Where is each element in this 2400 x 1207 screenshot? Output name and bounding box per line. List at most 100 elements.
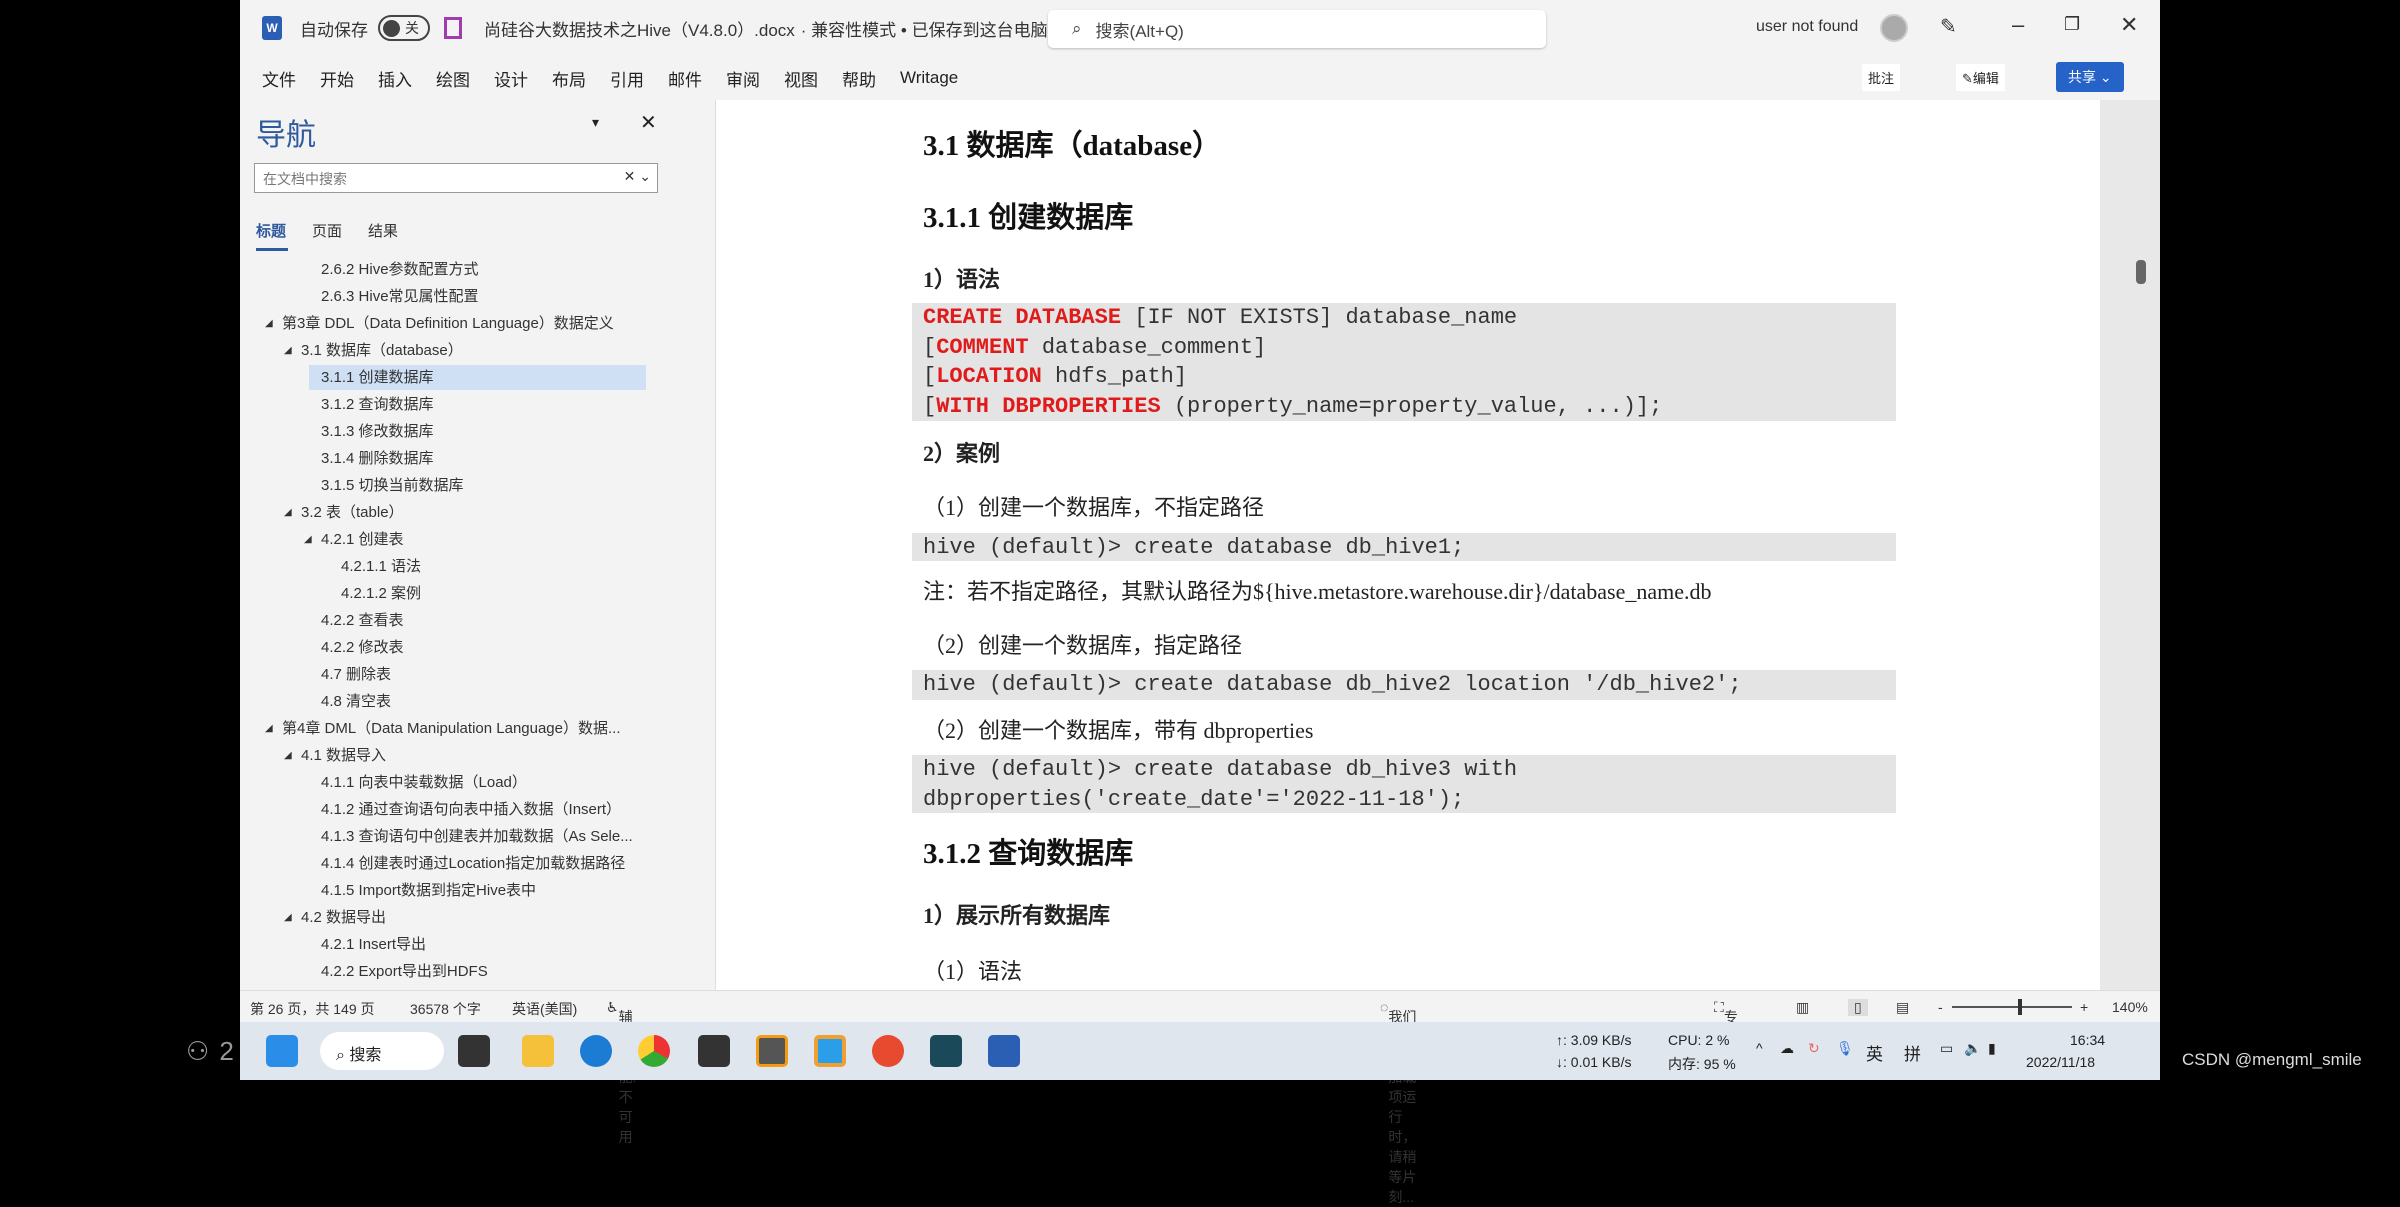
zoom-slider[interactable] [1952,999,2072,1015]
ribbon-tab[interactable]: 开始 [320,66,354,91]
file-explorer-icon[interactable] [522,1035,554,1067]
nav-item[interactable]: ◢ 4.1 数据导入 [284,743,386,768]
expand-triangle-icon[interactable]: ◢ [284,338,292,363]
focus-button[interactable]: ⛶ 专注 [1714,999,1738,1045]
nav-item[interactable]: 2.6.2 Hive参数配置方式 [321,257,479,282]
expand-triangle-icon[interactable]: ◢ [284,743,292,768]
autosave-toggle[interactable]: 关 [378,15,430,41]
ribbon-tab[interactable]: 引用 [610,66,644,91]
taskbar-search[interactable]: ⌕ 搜索 [320,1032,444,1070]
zoom-in-button[interactable]: + [2080,999,2088,1015]
task-view-icon[interactable] [458,1035,490,1067]
zoom-out-button[interactable]: - [1938,999,1943,1015]
datagrip-icon[interactable] [930,1035,962,1067]
share-button[interactable]: 共享 ⌄ [2056,62,2124,92]
nav-item[interactable]: 4.1.3 查询语句中创建表并加载数据（As Sele... [321,824,633,849]
ribbon-tab[interactable]: 绘图 [436,66,470,91]
close-button[interactable]: ✕ [2120,12,2138,38]
nav-item[interactable]: 4.2.2 查看表 [321,608,404,633]
nav-item[interactable]: 4.2.1.2 案例 [341,581,421,606]
nav-item[interactable]: 4.2.2 修改表 [321,635,404,660]
nav-item[interactable]: ◢ 4.2.1 创建表 [304,527,404,552]
expand-triangle-icon[interactable]: ◢ [265,311,273,336]
nav-search-input[interactable]: 在文档中搜索 ✕ ⌄ [254,163,658,193]
sync-icon[interactable]: ↻ [1808,1040,1820,1057]
user-name[interactable]: user not found [1756,18,1858,36]
vertical-scrollbar-thumb[interactable] [2136,260,2146,284]
nav-tab[interactable]: 页面 [312,220,342,241]
nav-item[interactable]: 3.1.5 切换当前数据库 [321,473,464,498]
ribbon-tab[interactable]: 帮助 [842,66,876,91]
app-icon[interactable] [872,1035,904,1067]
read-mode-icon[interactable]: ▥ [1796,999,1809,1016]
language[interactable]: 英语(美国) [512,999,577,1019]
expand-triangle-icon[interactable]: ◢ [265,716,273,741]
virtualbox-icon[interactable] [814,1035,846,1067]
expand-triangle-icon[interactable]: ◢ [284,905,292,930]
ime-mode[interactable]: 拼 [1904,1040,1921,1065]
nav-item[interactable]: 3.1.1 创建数据库 [309,365,646,390]
chrome-icon[interactable] [638,1035,670,1067]
weather-icon[interactable]: ☁ [1780,1040,1794,1057]
doc-status[interactable]: · 兼容性模式 • 已保存到这台电脑 [801,16,1048,41]
ime-language[interactable]: 英 [1866,1040,1883,1065]
ribbon-tab[interactable]: 视图 [784,66,818,91]
ribbon-tab[interactable]: 插入 [378,66,412,91]
nav-item[interactable]: 4.1.4 创建表时通过Location指定加载数据路径 [321,851,625,876]
ribbon-tab[interactable]: Writage [900,68,958,88]
accessibility-status[interactable]: ♿ 辅助功能: 不可用 [606,999,636,1145]
sublime-icon[interactable] [756,1035,788,1067]
pen-icon[interactable]: ✎ [1940,14,1957,39]
restore-button[interactable]: ❐ [2064,14,2080,35]
nav-item[interactable]: 3.1.2 查询数据库 [321,392,434,417]
clock-date[interactable]: 2022/11/18 [2026,1054,2095,1070]
ribbon-tab[interactable]: 设计 [494,66,528,91]
nav-item[interactable]: 3.1.4 删除数据库 [321,446,434,471]
expand-triangle-icon[interactable]: ◢ [284,500,292,525]
nav-item[interactable]: 4.1.5 Import数据到指定Hive表中 [321,878,536,903]
ribbon-tab[interactable]: 审阅 [726,66,760,91]
nav-options-icon[interactable]: ▾ [592,114,599,131]
nav-item[interactable]: 4.1.1 向表中装载数据（Load） [321,770,527,795]
nav-item[interactable]: 2.6.3 Hive常见属性配置 [321,284,479,309]
battery-icon[interactable]: ▮ [1988,1040,1996,1057]
nav-item[interactable]: ◢ 3.1 数据库（database） [284,338,463,363]
nav-item[interactable]: 4.8 清空表 [321,689,391,714]
word-count[interactable]: 36578 个字 [410,999,481,1019]
nav-item[interactable]: 4.2.1 Insert导出 [321,932,426,957]
nav-item[interactable]: ◢ 第4章 DML（Data Manipulation Language）数据..… [265,716,621,741]
ribbon-tab[interactable]: 布局 [552,66,586,91]
zoom-level[interactable]: 140% [2112,999,2148,1015]
nav-close-button[interactable]: ✕ [640,110,657,135]
tray-expand-icon[interactable]: ^ [1756,1040,1763,1056]
save-icon[interactable] [444,17,462,39]
nav-item[interactable]: 3.1.3 修改数据库 [321,419,434,444]
comment-button[interactable]: 批注 [1862,64,1901,91]
network-icon[interactable]: ▭ [1940,1040,1953,1057]
nav-item[interactable]: 4.7 删除表 [321,662,391,687]
search-box[interactable]: ⌕ 搜索(Alt+Q) [1048,10,1546,48]
web-layout-icon[interactable]: ▤ [1896,999,1909,1016]
ribbon-tab[interactable]: 文件 [262,66,296,91]
start-button[interactable] [266,1035,298,1067]
word-taskbar-icon[interactable] [988,1035,1020,1067]
ribbon-tab[interactable]: 邮件 [668,66,702,91]
nav-item[interactable]: ◢ 4.2 数据导出 [284,905,386,930]
nav-item[interactable]: ◢ 第3章 DDL（Data Definition Language）数据定义 [265,311,614,336]
nav-tab[interactable]: 标题 [256,220,286,241]
clock-time[interactable]: 16:34 [2070,1032,2105,1048]
microphone-icon[interactable]: 🎙 [1836,1040,1854,1057]
nav-item[interactable]: ◢ 3.2 表（table） [284,500,404,525]
page-count[interactable]: 第 26 页，共 149 页 [250,999,375,1019]
print-layout-icon[interactable]: ▯ [1848,999,1868,1016]
nav-item[interactable]: 4.2.2 Export导出到HDFS [321,959,488,984]
volume-icon[interactable]: 🔈 [1964,1040,1981,1057]
avatar[interactable] [1880,14,1908,42]
nav-tab[interactable]: 结果 [368,220,398,241]
minimize-button[interactable]: – [2012,12,2024,38]
terminal-icon[interactable] [698,1035,730,1067]
nav-item[interactable]: 4.1.2 通过查询语句向表中插入数据（Insert） [321,797,621,822]
nav-item[interactable]: 4.2.1.1 语法 [341,554,421,579]
expand-triangle-icon[interactable]: ◢ [304,527,312,552]
edge-icon[interactable] [580,1035,612,1067]
